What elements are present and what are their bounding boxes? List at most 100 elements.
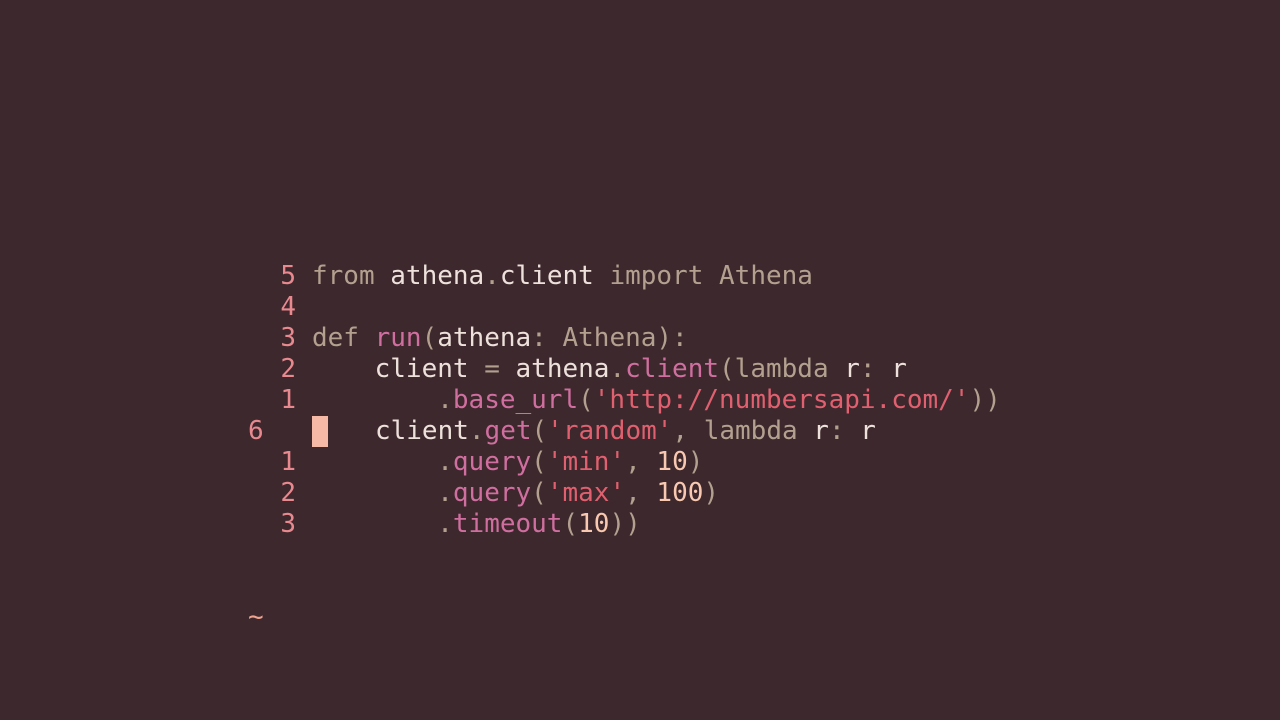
code-token: ): [656,323,688,353]
code-token: : [531,323,563,353]
code-token: athena [390,261,485,291]
line-number: 5 [280,261,296,291]
code-token: . [609,354,626,384]
code-token: , [625,478,657,508]
code-line[interactable]: 2 client = athena.client(lambda r: r [248,354,1001,385]
line-number: 6 [248,416,264,446]
code-token: 100 [656,478,704,508]
code-token: 'http://numbersapi.com/' [593,385,970,415]
code-token: athena [437,323,532,353]
code-token: ( [421,323,438,353]
code-token: r [813,416,829,446]
code-token: . [437,447,453,477]
code-token: )) [969,385,1001,415]
code-token: lambda [703,416,798,446]
code-text: client.get('random', lambda r: r [328,416,876,447]
line-number: 2 [280,478,296,508]
code-token: client [374,416,469,446]
code-text: from athena.client import Athena [312,261,813,292]
code-line[interactable]: 2 .query('max', 100) [248,478,1001,509]
code-text: .query('max', 100) [312,478,719,509]
code-token: get [484,416,532,446]
code-token: ) [687,447,704,477]
code-line[interactable]: 3 .timeout(10)) [248,509,1001,540]
code-token: . [437,385,453,415]
code-token: ( [578,385,594,415]
code-token: Athena [562,323,657,353]
code-token: . [437,509,453,539]
code-token: , [672,416,704,446]
code-token: Athena [719,261,813,291]
code-token: ) [703,478,720,508]
code-token: , [625,447,657,477]
code-token: query [452,478,532,508]
line-number: 3 [280,509,296,539]
code-token: )) [609,509,641,539]
code-line[interactable]: 4 [248,292,1001,323]
code-token: client [499,261,594,291]
code-token: 10 [656,447,688,477]
line-number: 2 [280,354,296,384]
code-token: run [374,323,422,353]
code-token: . [484,261,500,291]
code-text: def run(athena: Athena): [312,323,688,354]
code-token: ( [562,509,579,539]
code-token: athena [515,354,610,384]
code-token: . [468,416,485,446]
end-of-buffer-line: ~ [248,602,1001,633]
code-token: ( [719,354,735,384]
code-line[interactable]: 3 def run(athena: Athena): [248,323,1001,354]
code-text: .timeout(10)) [312,509,641,540]
line-number: 1 [280,447,296,477]
line-number: 4 [280,292,296,322]
code-text: .base_url('http://numbersapi.com/')) [312,385,1001,416]
code-line[interactable]: 1 .query('min', 10) [248,447,1001,478]
line-number: 3 [280,323,296,353]
code-token: r [860,416,876,446]
code-line[interactable]: 1 .base_url('http://numbersapi.com/')) [248,385,1001,416]
code-token: lambda [734,354,829,384]
code-token: client [374,354,469,384]
code-token: ( [531,478,547,508]
code-token: base_url [452,385,579,415]
code-token: def [312,323,359,353]
code-line-current[interactable]: 6 client.get('random', lambda r: r [248,416,1001,447]
code-token: ( [531,447,547,477]
code-token: r [891,354,907,384]
code-token: : [828,416,861,446]
code-token: import [609,261,704,291]
code-token: ( [531,416,548,446]
code-token: . [437,478,453,508]
end-of-buffer-marker: ~ [248,602,264,632]
code-token: 'random' [547,416,673,446]
code-token: 10 [578,509,610,539]
code-token: from [312,261,375,291]
text-cursor [312,416,328,447]
line-number: 1 [280,385,296,415]
code-lines: 5 from athena.client import Athena 4 3 def r… [248,261,1001,540]
code-token: r [844,354,860,384]
code-token: query [452,447,532,477]
code-token: : [859,354,892,384]
code-text: client = athena.client(lambda r: r [312,354,907,385]
code-token: = [468,354,516,384]
code-text: .query('min', 10) [312,447,703,478]
code-editor[interactable]: 5 from athena.client import Athena 4 3 def r… [248,199,1001,664]
code-token: 'min' [546,447,626,477]
code-token: 'max' [546,478,626,508]
code-token: timeout [452,509,563,539]
code-line[interactable]: 5 from athena.client import Athena [248,261,1001,292]
code-token: client [625,354,720,384]
